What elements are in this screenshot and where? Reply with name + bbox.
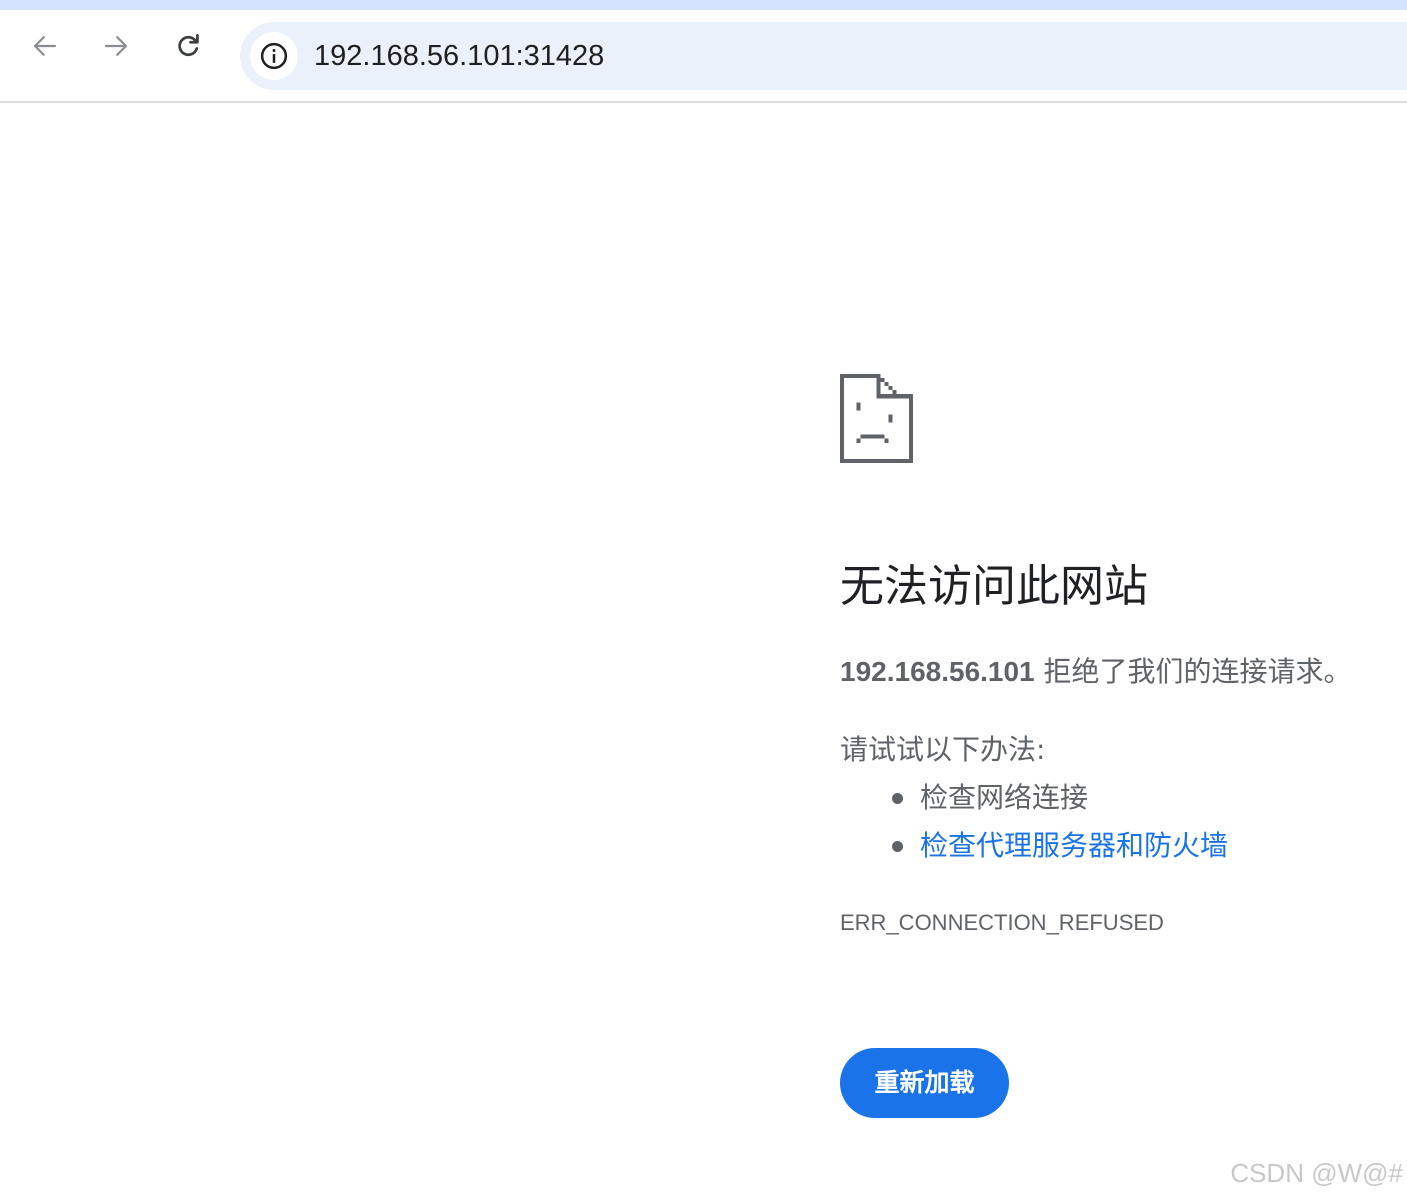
arrow-right-icon (104, 36, 128, 56)
reload-button[interactable] (166, 24, 210, 68)
suggestion-check-proxy-firewall-link[interactable]: 检查代理服务器和防火墙 (920, 829, 1228, 862)
error-title: 无法访问此网站 (840, 561, 1148, 612)
refused-host: 192.168.56.101 (840, 656, 1035, 687)
forward-button[interactable] (94, 24, 138, 68)
summary-text: 拒绝了我们的连接请求。 (1034, 655, 1352, 688)
url-text[interactable]: 192.168.56.101:31428 (314, 36, 604, 76)
error-summary: 192.168.56.101 拒绝了我们的连接请求。 (840, 652, 1352, 692)
address-bar[interactable]: 192.168.56.101:31428 (240, 22, 1407, 90)
watermark: CSDN @W@# (1230, 1158, 1403, 1188)
reload-icon (178, 34, 199, 57)
error-code: ERR_CONNECTION_REFUSED (840, 910, 1164, 935)
sad-page-icon (840, 374, 913, 463)
bullet-icon (892, 793, 903, 804)
site-info-button[interactable] (250, 32, 298, 80)
browser-toolbar: 192.168.56.101:31428 (0, 10, 1407, 103)
bullet-icon (892, 841, 903, 852)
list-item: 检查网络连接 (892, 778, 1228, 826)
list-item: 检查代理服务器和防火墙 (892, 826, 1228, 874)
reload-page-button[interactable]: 重新加载 (840, 1048, 1009, 1118)
arrow-left-icon (33, 36, 57, 56)
suggestions-list: 检查网络连接 检查代理服务器和防火墙 (892, 778, 1228, 874)
info-icon (260, 42, 288, 70)
suggestions-label: 请试试以下办法: (840, 733, 1046, 766)
suggestion-check-network: 检查网络连接 (920, 781, 1089, 814)
window-top-strip (0, 0, 1407, 10)
back-button[interactable] (23, 24, 67, 68)
